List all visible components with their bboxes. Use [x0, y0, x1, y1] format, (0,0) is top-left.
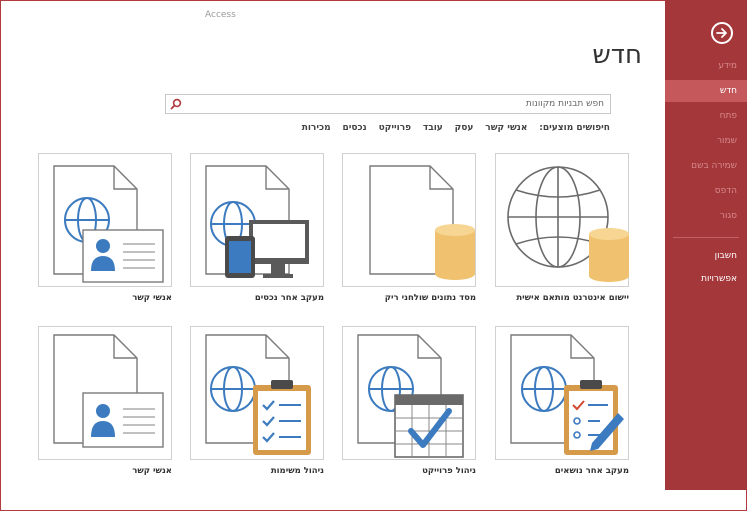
- template-thumbnail[interactable]: [190, 153, 324, 287]
- template-thumbnail[interactable]: [342, 153, 476, 287]
- blank-database-icon: [369, 165, 475, 280]
- sidebar-item-close[interactable]: סגור: [665, 205, 737, 227]
- suggested-searches: חיפושים מוצעים: אנשי קשר עסק עובד פרוייק…: [293, 123, 610, 133]
- page-title: חדש: [592, 40, 642, 70]
- globe-database-icon: [507, 166, 629, 282]
- suggested-link-business[interactable]: עסק: [455, 123, 474, 133]
- template-label: ניהול פרוייקט: [422, 466, 476, 476]
- template-thumbnail[interactable]: [190, 326, 324, 460]
- sidebar-item-options[interactable]: אפשרויות: [665, 268, 737, 290]
- suggested-link-sales[interactable]: מכירות: [302, 123, 331, 133]
- suggested-link-contacts[interactable]: אנשי קשר: [485, 123, 527, 133]
- template-label: אנשי קשר: [132, 466, 172, 476]
- template-label: מסד נתונים שולחני ריק: [384, 293, 476, 303]
- arrow-right-circle-icon: [716, 28, 727, 38]
- template-label: מעקב אחר נכסים: [254, 293, 324, 303]
- sidebar-divider: [673, 237, 739, 238]
- template-thumbnail[interactable]: [342, 326, 476, 460]
- sidebar-item-info[interactable]: מידע: [665, 55, 737, 77]
- sidebar-item-open[interactable]: פתח: [665, 105, 737, 127]
- suggested-link-project[interactable]: פרוייקט: [379, 123, 411, 133]
- template-label: יישום אינטרנט מותאם אישית: [516, 293, 629, 303]
- search-box[interactable]: [165, 94, 611, 114]
- template-label: אנשי קשר: [132, 293, 172, 303]
- template-label: ניהול משימות: [270, 466, 324, 476]
- sidebar-item-new[interactable]: חדש: [665, 80, 747, 102]
- contacts-icon: [53, 334, 164, 448]
- template-thumbnail[interactable]: [38, 153, 172, 287]
- contacts-icon: [53, 165, 164, 283]
- suggested-link-employee[interactable]: עובד: [423, 123, 443, 133]
- template-thumbnail[interactable]: [495, 326, 629, 460]
- asset-tracking-icon: [205, 165, 309, 278]
- sidebar-item-save-as[interactable]: שמירה בשם: [665, 155, 737, 177]
- template-label: מעקב אחר נושאים: [554, 466, 629, 476]
- issue-tracking-icon: [510, 334, 624, 455]
- back-button[interactable]: [711, 22, 733, 44]
- sidebar-item-account[interactable]: חשבון: [665, 245, 737, 267]
- search-icon[interactable]: [170, 98, 182, 110]
- project-management-icon: [357, 334, 464, 458]
- suggested-searches-label: חיפושים מוצעים:: [539, 123, 610, 133]
- search-input[interactable]: [186, 95, 604, 113]
- app-title: Access: [205, 10, 236, 20]
- backstage-sidebar: מידע חדש פתח שמור שמירה בשם הדפס סגור חש…: [665, 0, 747, 490]
- task-management-icon: [205, 334, 311, 455]
- sidebar-item-save[interactable]: שמור: [665, 130, 737, 152]
- sidebar-item-print[interactable]: הדפס: [665, 180, 737, 202]
- template-thumbnail[interactable]: [38, 326, 172, 460]
- template-thumbnail[interactable]: [495, 153, 629, 287]
- suggested-link-assets[interactable]: נכסים: [342, 123, 366, 133]
